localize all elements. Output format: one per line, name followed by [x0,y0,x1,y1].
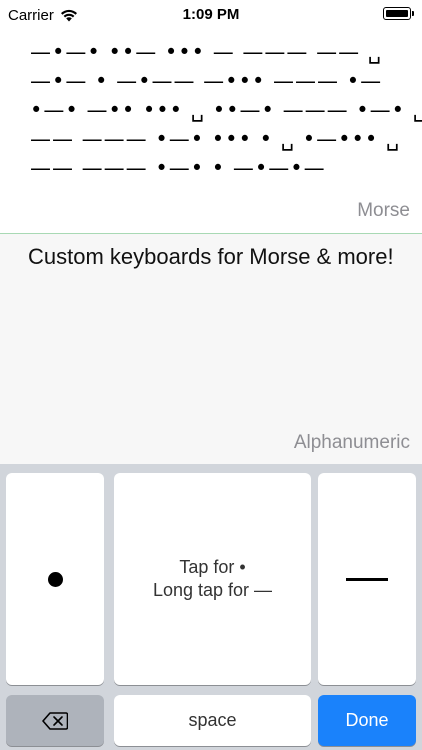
backspace-button[interactable] [6,695,104,746]
morse-line: —— ——— •—• • —•—•— [30,156,326,180]
alphanumeric-text-pane[interactable]: Custom keyboards for Morse & more! Alpha… [0,234,422,464]
dash-icon [346,577,388,581]
done-button[interactable]: Done [318,695,416,746]
dash-key[interactable] [318,473,416,685]
battery-tip [412,11,414,16]
morse-line: —•—• ••— ••• — ——— —— ␣ [30,40,383,64]
status-time: 1:09 PM [182,6,240,23]
morse-line: —— ——— •—• ••• • ␣ •—••• ␣ [30,127,401,151]
space-button[interactable]: space [114,695,311,746]
tap-key[interactable]: Tap for • Long tap for — [114,473,311,685]
dot-icon [47,571,63,587]
tap-hint-line1: Tap for • [179,557,246,577]
dot-key[interactable] [6,473,104,685]
morse-text[interactable]: —•—• ••— ••• — ——— —— ␣ —•— • —•—— —••• … [30,38,422,183]
tap-hint-line2: Long tap for — [152,580,273,600]
battery-indicator [383,7,414,20]
alphanumeric-pane-label: Alphanumeric [293,432,410,453]
status-bar: Carrier 1:09 PM [0,0,422,30]
alphanumeric-text[interactable]: Custom keyboards for Morse & more! [28,242,398,271]
morse-line: •—• —•• ••• ␣ ••—• ——— •—• ␣ [30,98,422,122]
battery-icon [383,7,411,20]
morse-pane-label: Morse [357,200,410,221]
morse-line: —•— • —•—— —••• ——— •— [30,69,383,93]
backspace-icon [42,711,68,730]
morse-keyboard: Tap for • Long tap for — space Done [0,464,422,750]
morse-text-pane[interactable]: —•—• ••— ••• — ——— —— ␣ —•— • —•—— —••• … [0,30,422,234]
